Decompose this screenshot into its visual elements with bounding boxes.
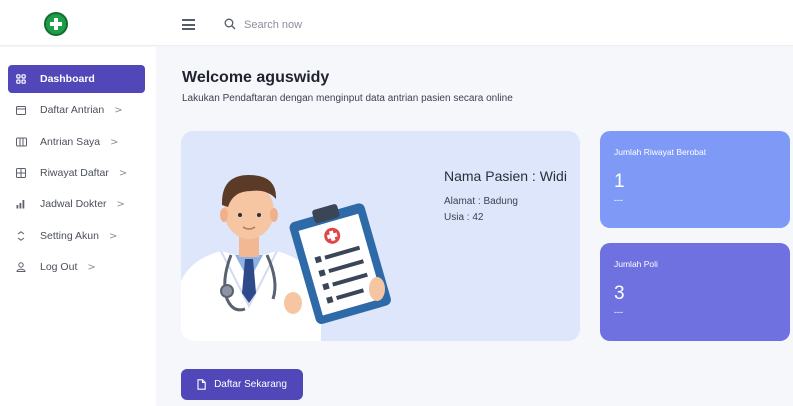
page-title: Welcome aguswidy: [182, 69, 330, 86]
patient-age: Usia : 42: [444, 212, 484, 223]
table-icon: [16, 168, 36, 178]
sidebar-item-log-out[interactable]: Log Out >: [8, 253, 145, 281]
search-box[interactable]: [222, 14, 422, 36]
sidebar-item-daftar-antrian[interactable]: Daftar Antrian >: [8, 96, 145, 124]
chevron-right-icon: >: [114, 104, 123, 116]
sidebar-item-label: Log Out: [40, 261, 78, 273]
calendar-icon: [16, 105, 36, 115]
sidebar-item-setting-akun[interactable]: Setting Akun >: [8, 222, 145, 250]
user-icon: [16, 262, 36, 272]
hamburger-icon[interactable]: [182, 19, 195, 30]
sidebar-item-label: Antrian Saya: [40, 136, 101, 148]
settings-arrows-icon: [16, 231, 36, 241]
stat-card-riwayat-berobat: Jumlah Riwayat Berobat 1 ---: [600, 131, 790, 228]
sidebar-item-jadwal-dokter[interactable]: Jadwal Dokter >: [8, 190, 145, 218]
grid-icon: [16, 74, 36, 84]
document-icon: [197, 379, 206, 390]
stat-title: Jumlah Riwayat Berobat: [614, 147, 707, 157]
stat-dash: ---: [614, 195, 623, 205]
search-icon: [224, 18, 236, 30]
patient-hero-card: Nama Pasien : Widi Alamat : Badung Usia …: [181, 131, 580, 341]
doctor-illustration: [181, 175, 391, 341]
sidebar-item-riwayat-daftar[interactable]: Riwayat Daftar >: [8, 159, 145, 187]
medical-cross-logo: [44, 12, 68, 36]
patient-name: Nama Pasien : Widi: [444, 168, 567, 184]
page-subtitle: Lakukan Pendaftaran dengan menginput dat…: [182, 93, 513, 104]
top-bar: [0, 0, 793, 46]
chevron-right-icon: >: [110, 136, 119, 148]
cta-label: Daftar Sekarang: [214, 379, 287, 390]
search-input[interactable]: [244, 14, 414, 36]
stat-value: 1: [614, 171, 625, 192]
stat-dash: ---: [614, 307, 623, 317]
bar-chart-icon: [16, 199, 36, 209]
sidebar: Dashboard Daftar Antrian > Antrian Saya …: [0, 47, 156, 406]
columns-icon: [16, 137, 36, 147]
sidebar-item-label: Setting Akun: [40, 230, 99, 242]
chevron-right-icon: >: [118, 167, 128, 179]
chevron-right-icon: >: [108, 230, 118, 242]
chevron-right-icon: >: [116, 198, 125, 210]
patient-address: Alamat : Badung: [444, 196, 518, 207]
sidebar-item-label: Riwayat Daftar: [40, 167, 109, 179]
chevron-right-icon: >: [87, 261, 96, 273]
sidebar-item-label: Dashboard: [40, 73, 95, 85]
stat-title: Jumlah Poli: [614, 259, 658, 269]
daftar-sekarang-button[interactable]: Daftar Sekarang: [181, 369, 303, 400]
stat-card-jumlah-poli: Jumlah Poli 3 ---: [600, 243, 790, 341]
stat-value: 3: [614, 283, 625, 304]
sidebar-item-antrian-saya[interactable]: Antrian Saya >: [8, 128, 145, 156]
sidebar-item-dashboard[interactable]: Dashboard: [8, 65, 145, 93]
sidebar-item-label: Daftar Antrian: [40, 104, 105, 116]
sidebar-item-label: Jadwal Dokter: [40, 198, 107, 210]
